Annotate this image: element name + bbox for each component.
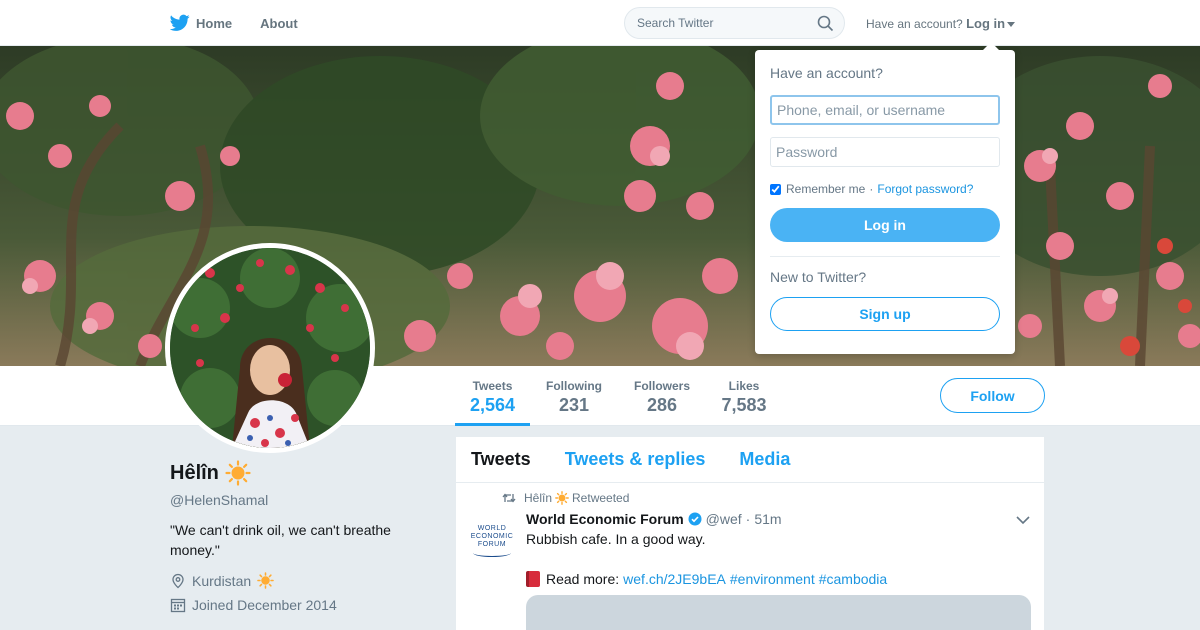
stat-tweets[interactable]: Tweets 2,564 — [455, 366, 530, 426]
stat-value: 286 — [646, 395, 678, 415]
read-more-label: Read more: — [546, 571, 620, 587]
remember-row: Remember me · Forgot password? — [770, 182, 1000, 196]
remember-separator: · — [869, 182, 874, 196]
account-login-link: Have an account? Log in — [866, 16, 1016, 31]
remember-label: Remember me — [786, 182, 866, 196]
stat-value: 2,564 — [469, 395, 516, 415]
forgot-password-link[interactable]: Forgot password? — [877, 182, 973, 196]
chevron-down-icon[interactable] — [1016, 515, 1030, 525]
tweet-separator: · — [745, 511, 751, 527]
nav-home-label: Home — [196, 15, 233, 31]
timeline-tabs: Tweets Tweets & replies Media — [456, 437, 1044, 483]
divider — [770, 256, 1000, 257]
search-box — [624, 7, 845, 39]
logo-text-line2: ECONOMIC — [470, 533, 514, 540]
hashtag-environment[interactable]: #environment — [730, 571, 815, 587]
login-dropdown: Have an account? Remember me · Forgot pa… — [755, 42, 1015, 354]
tweet-read-more: Read more: wef.ch/2JE9bEA #environment #… — [526, 571, 887, 587]
retweeter-name[interactable]: Hêlîn — [524, 491, 552, 505]
retweet-icon — [502, 493, 516, 503]
profile-bio: "We can't drink oil, we can't breathe mo… — [170, 522, 391, 558]
sun-emoji-icon — [257, 572, 274, 589]
tweet-header: World Economic Forum @wef · 51m — [526, 511, 782, 527]
tweet-author-name[interactable]: World Economic Forum — [526, 511, 684, 527]
verified-badge-icon — [688, 512, 702, 526]
stat-likes[interactable]: Likes 7,583 — [716, 366, 772, 426]
nav-left: Home About — [170, 0, 326, 46]
nav-about[interactable]: About — [260, 16, 298, 31]
signup-button[interactable]: Sign up — [770, 297, 1000, 331]
tab-tweets[interactable]: Tweets — [471, 449, 531, 470]
username-field[interactable] — [770, 95, 1000, 125]
twitter-bird-icon — [170, 14, 190, 31]
password-field[interactable] — [770, 137, 1000, 167]
nav-about-label: About — [260, 15, 298, 31]
tweet-text: Rubbish cafe. In a good way. — [526, 531, 706, 547]
stat-value: 7,583 — [721, 395, 767, 415]
tweet-link[interactable]: wef.ch/2JE9bEA — [623, 571, 726, 587]
remember-checkbox[interactable] — [770, 183, 781, 195]
profile-location-row: Kurdistan — [170, 572, 440, 589]
logo-arc — [473, 549, 511, 557]
calendar-icon — [170, 598, 186, 613]
new-to-twitter-label: New to Twitter? — [770, 269, 867, 285]
red-book-emoji-icon — [526, 571, 540, 587]
tab-tweets-replies[interactable]: Tweets & replies — [565, 449, 706, 470]
tweet-author-handle[interactable]: @wef — [706, 511, 742, 527]
follow-button[interactable]: Follow — [940, 378, 1045, 413]
avatar[interactable] — [165, 243, 375, 453]
login-button[interactable]: Log in — [770, 208, 1000, 242]
profile-name: Hêlîn — [170, 461, 219, 484]
retweeted-label: Retweeted — [572, 491, 630, 505]
stat-value: 231 — [558, 395, 590, 415]
search-input[interactable] — [625, 8, 805, 38]
account-prompt: Have an account? — [866, 17, 963, 31]
search-icon[interactable] — [817, 15, 834, 32]
stat-label: Followers — [633, 379, 690, 393]
nav-home[interactable]: Home — [170, 14, 232, 32]
profile-name-row: Hêlîn — [170, 460, 440, 486]
tweet-time[interactable]: 51m — [754, 511, 781, 527]
logo-text-line3: FORUM — [477, 541, 507, 548]
stat-followers[interactable]: Followers 286 — [628, 366, 696, 426]
dropdown-title: Have an account? — [770, 65, 883, 81]
stat-label: Following — [546, 379, 602, 393]
top-navigation-bar: Home About Have an account? Log in — [0, 0, 1200, 46]
wef-avatar-logo[interactable]: WORLD ECONOMIC FORUM — [468, 525, 516, 557]
tweet-media-card[interactable] — [526, 595, 1031, 630]
location-pin-icon — [172, 573, 184, 588]
stat-label: Tweets — [472, 379, 513, 393]
caret-down-icon[interactable] — [1007, 22, 1016, 28]
profile-joined: Joined December 2014 — [192, 597, 337, 613]
sun-emoji-icon — [555, 491, 569, 505]
tweet[interactable]: Hêlîn Retweeted WORLD ECONOMIC FORUM Wor… — [456, 483, 1044, 630]
hashtag-cambodia[interactable]: #cambodia — [819, 571, 888, 587]
avatar-photo — [170, 248, 370, 448]
retweet-context: Hêlîn Retweeted — [502, 491, 629, 505]
sun-emoji-icon — [225, 460, 251, 486]
stat-label: Likes — [728, 379, 760, 393]
tab-media[interactable]: Media — [739, 449, 790, 470]
profile-joined-row: Joined December 2014 — [170, 597, 440, 613]
timeline: Tweets Tweets & replies Media Hêlîn Retw… — [456, 437, 1044, 630]
profile-info: Hêlîn @HelenShamal "We can't drink oil, … — [170, 460, 440, 613]
profile-handle[interactable]: @HelenShamal — [170, 492, 440, 508]
profile-location: Kurdistan — [192, 572, 252, 589]
login-toggle[interactable]: Log in — [966, 16, 1005, 31]
stat-following[interactable]: Following 231 — [540, 366, 608, 426]
logo-text-line1: WORLD — [477, 525, 507, 532]
